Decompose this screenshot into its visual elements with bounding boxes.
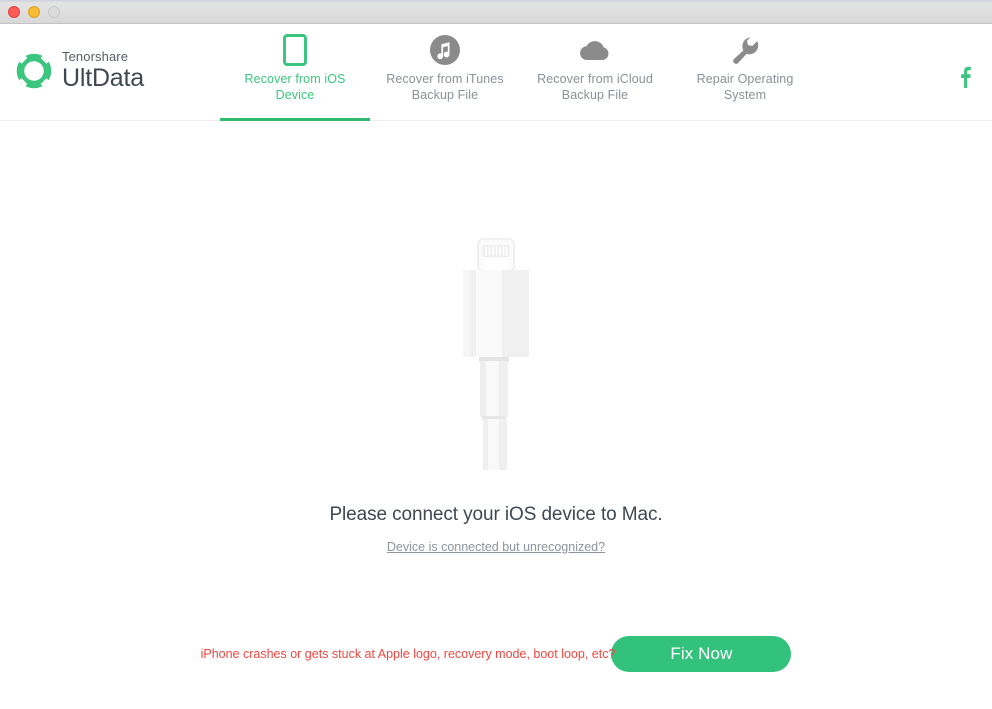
page-headline: Please connect your iOS device to Mac. — [329, 504, 663, 525]
device-unrecognized-link[interactable]: Device is connected but unrecognized? — [0, 540, 992, 554]
main-content-area: Please connect your iOS device to Mac. D… — [0, 122, 992, 709]
zoom-button[interactable] — [48, 6, 60, 18]
tenorshare-ring-logo-icon — [16, 53, 52, 89]
tab-label: Recover from iOS Device — [244, 72, 346, 102]
itunes-icon — [429, 33, 461, 67]
brand-product-name: UltData — [62, 64, 144, 92]
tab-recover-from-ios-device[interactable]: Recover from iOS Device — [220, 24, 370, 121]
tab-repair-operating-system[interactable]: Repair Operating System — [670, 24, 820, 121]
tab-label: Recover from iCloud Backup File — [537, 72, 653, 102]
crash-help-note: iPhone crashes or gets stuck at Apple lo… — [200, 647, 616, 661]
tab-recover-from-icloud-backup[interactable]: Recover from iCloud Backup File — [520, 24, 670, 121]
iphone-icon — [283, 33, 307, 67]
fix-now-button[interactable]: Fix Now — [611, 636, 792, 672]
icloud-icon — [577, 33, 613, 67]
main-navigation-tabs: Recover from iOS Device Recover from iTu… — [220, 24, 820, 121]
title-bar — [0, 0, 992, 24]
tab-recover-from-itunes-backup[interactable]: Recover from iTunes Backup File — [370, 24, 520, 121]
tab-label: Repair Operating System — [696, 72, 794, 102]
bottom-action-bar: iPhone crashes or gets stuck at Apple lo… — [0, 634, 992, 674]
active-tab-indicator — [220, 118, 370, 121]
close-button[interactable] — [8, 6, 20, 18]
brand-logo: Tenorshare UltData — [16, 49, 144, 92]
lightning-cable-illustration — [436, 237, 556, 472]
application-window: Tenorshare UltData Recover from iOS Devi… — [0, 0, 992, 709]
wrench-icon — [729, 33, 761, 67]
title-bar-top-edge — [0, 0, 992, 3]
minimize-button[interactable] — [28, 6, 40, 18]
facebook-icon[interactable] — [956, 66, 974, 88]
window-controls — [8, 6, 60, 18]
app-header: Tenorshare UltData Recover from iOS Devi… — [0, 24, 992, 121]
brand-company-name: Tenorshare — [62, 49, 129, 64]
tab-label: Recover from iTunes Backup File — [386, 72, 504, 102]
